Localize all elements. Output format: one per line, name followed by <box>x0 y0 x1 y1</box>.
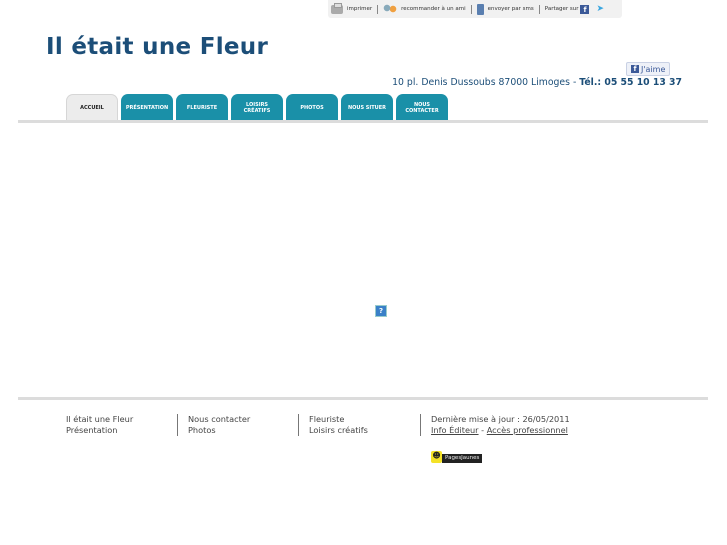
footer-link-contact[interactable]: Nous contacter <box>188 414 250 425</box>
separator <box>377 4 379 14</box>
separator <box>470 4 472 14</box>
header-divider <box>18 120 708 123</box>
tab-loisirs-creatifs[interactable]: LOISIRS CRÉATIFS <box>231 94 283 121</box>
address-text: 10 pl. Denis Dussoubs 87000 Limoges - <box>392 77 580 88</box>
tab-presentation[interactable]: PRÉSENTATION <box>121 94 173 121</box>
tab-accueil[interactable]: ACCUEIL <box>66 94 118 121</box>
facebook-like-button[interactable]: f J'aime <box>626 62 671 76</box>
footer-column-2: Nous contacter Photos <box>177 414 250 436</box>
main-nav: ACCUEIL PRÉSENTATION FLEURISTE LOISIRS C… <box>66 94 451 121</box>
footer-link-fleuriste[interactable]: Fleuriste <box>309 414 368 425</box>
footer-divider <box>18 397 708 400</box>
footer-link-photos[interactable]: Photos <box>188 425 250 436</box>
facebook-icon[interactable]: f <box>580 4 590 14</box>
missing-plugin-icon[interactable]: ? <box>375 305 387 317</box>
tab-photos[interactable]: PHOTOS <box>286 94 338 121</box>
like-label: J'aime <box>641 64 666 74</box>
info-editeur-link[interactable]: Info Éditeur <box>431 425 479 435</box>
sms-link[interactable]: envoyer par sms <box>474 3 537 15</box>
share-toolbar: imprimer recommander à un ami envoyer pa… <box>328 0 622 18</box>
pagesjaunes-logo[interactable]: ☻ PagesJaunes <box>431 450 483 463</box>
address-line: 10 pl. Denis Dussoubs 87000 Limoges - Té… <box>392 77 682 88</box>
phone-icon <box>476 3 484 15</box>
smiley-icon: ☻ <box>431 450 442 463</box>
print-link[interactable]: imprimer <box>328 2 375 14</box>
share-label: Partager sur <box>544 6 579 12</box>
separator <box>538 4 540 14</box>
print-label: imprimer <box>347 6 373 12</box>
footer-link-presentation[interactable]: Présentation <box>66 425 133 436</box>
twitter-icon[interactable]: ➤ <box>596 4 607 14</box>
acces-pro-link[interactable]: Accès professionnel <box>487 425 568 435</box>
site-title[interactable]: Il était une Fleur <box>46 34 268 60</box>
last-updated: Dernière mise à jour : 26/05/2011 <box>431 414 570 424</box>
tab-fleuriste[interactable]: FLEURISTE <box>176 94 228 121</box>
footer-column-3: Fleuriste Loisirs créatifs <box>298 414 368 436</box>
tab-nous-situer[interactable]: NOUS SITUER <box>341 94 393 121</box>
sms-label: envoyer par sms <box>487 6 534 12</box>
recommend-icon <box>383 4 398 14</box>
footer-link-loisirs[interactable]: Loisirs créatifs <box>309 425 368 436</box>
share-group: Partager sur f ➤ <box>542 4 615 14</box>
recommend-link[interactable]: recommander à un ami <box>380 4 468 14</box>
phone-number: Tél.: 05 55 10 13 37 <box>579 77 682 88</box>
recommend-label: recommander à un ami <box>401 6 466 12</box>
facebook-icon: f <box>631 65 639 73</box>
footer-column-1: Il était une Fleur Présentation <box>66 414 133 436</box>
tab-nous-contacter[interactable]: NOUS CONTACTER <box>396 94 448 121</box>
pagesjaunes-label: PagesJaunes <box>442 453 483 463</box>
footer-link-home[interactable]: Il était une Fleur <box>66 414 133 425</box>
printer-icon <box>331 2 343 14</box>
footer-column-4: Dernière mise à jour : 26/05/2011 Info É… <box>420 414 570 436</box>
dash: - <box>478 424 487 435</box>
